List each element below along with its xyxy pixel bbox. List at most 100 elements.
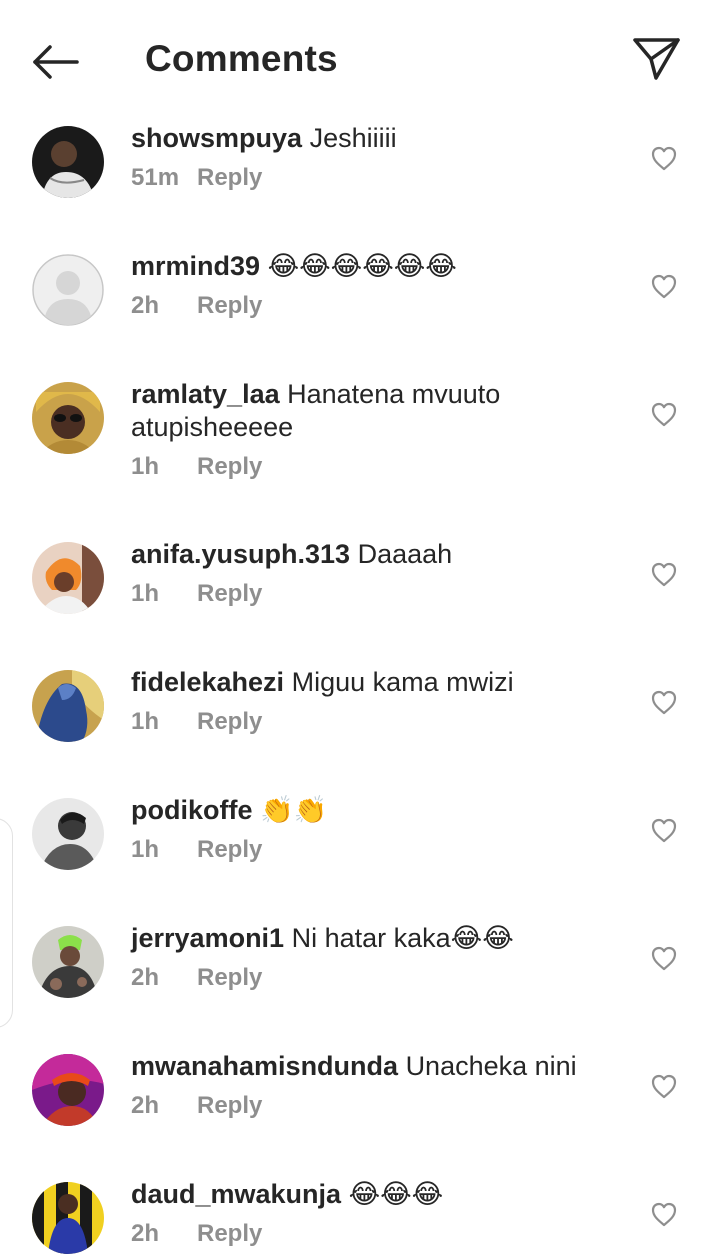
avatar[interactable] — [32, 670, 104, 742]
comment-time: 1h — [131, 708, 160, 735]
username-link[interactable]: daud_mwakunja — [131, 1179, 341, 1209]
avatar[interactable] — [32, 798, 104, 870]
username-link[interactable]: mrmind39 — [131, 251, 260, 281]
comment-meta: 2h Reply — [131, 1092, 611, 1120]
comment-text: jerryamoni1 Ni hatar kaka😂😂 — [131, 922, 611, 955]
username-link[interactable]: podikoffe — [131, 795, 253, 825]
comment-item: fidelekahezi Miguu kama mwizi 1h Reply — [0, 662, 720, 790]
back-button[interactable] — [28, 38, 84, 86]
comment-message: 👏👏 — [260, 795, 328, 825]
comment-meta: 1h Reply — [131, 836, 611, 864]
avatar[interactable] — [32, 1182, 104, 1254]
comment-message: 😂😂😂😂😂😂 — [267, 251, 457, 281]
like-button[interactable] — [648, 270, 680, 302]
reply-button[interactable]: Reply — [197, 292, 262, 319]
avatar[interactable] — [32, 542, 104, 614]
like-button[interactable] — [648, 686, 680, 718]
comment-item: showsmpuya Jeshiiiii 51m Reply — [0, 118, 720, 246]
paper-plane-icon — [633, 38, 680, 80]
avatar[interactable] — [32, 1054, 104, 1126]
heart-icon — [651, 146, 677, 171]
comment-time: 1h — [131, 453, 160, 480]
avatar[interactable] — [32, 254, 104, 326]
reply-button[interactable]: Reply — [197, 836, 262, 863]
username-link[interactable]: anifa.yusuph.313 — [131, 539, 350, 569]
side-edge-panel[interactable] — [0, 818, 13, 1028]
comment-message: Daaaah — [357, 539, 453, 569]
comment-message: Miguu kama mwizi — [291, 667, 514, 697]
comment-text: podikoffe 👏👏 — [131, 794, 611, 827]
username-link[interactable]: mwanahamisndunda — [131, 1051, 398, 1081]
comment-text: mrmind39 😂😂😂😂😂😂 — [131, 250, 611, 283]
heart-icon — [651, 1202, 677, 1227]
comment-text: daud_mwakunja 😂😂😂 — [131, 1178, 611, 1211]
like-button[interactable] — [648, 1070, 680, 1102]
avatar[interactable] — [32, 382, 104, 454]
reply-button[interactable]: Reply — [197, 964, 262, 991]
comment-item: ramlaty_laa Hanatena mvuuto atupisheeeee… — [0, 374, 720, 534]
comment-time: 1h — [131, 836, 160, 863]
like-button[interactable] — [648, 398, 680, 430]
comment-body: mrmind39 😂😂😂😂😂😂 2h Reply — [131, 250, 611, 320]
heart-icon — [651, 690, 677, 715]
arrow-left-icon — [33, 45, 79, 79]
comment-item: mwanahamisndunda Unacheka nini 2h Reply — [0, 1046, 720, 1174]
comment-item: mrmind39 😂😂😂😂😂😂 2h Reply — [0, 246, 720, 374]
reply-button[interactable]: Reply — [197, 453, 262, 480]
comment-message: 😂😂😂 — [348, 1179, 444, 1209]
reply-button[interactable]: Reply — [197, 580, 262, 607]
comment-meta: 2h Reply — [131, 964, 611, 992]
comment-item: podikoffe 👏👏 1h Reply — [0, 790, 720, 918]
username-link[interactable]: showsmpuya — [131, 123, 302, 153]
comment-body: mwanahamisndunda Unacheka nini 2h Reply — [131, 1050, 611, 1120]
like-button[interactable] — [648, 558, 680, 590]
comment-item: jerryamoni1 Ni hatar kaka😂😂 2h Reply — [0, 918, 720, 1046]
default-avatar-icon — [32, 254, 104, 326]
heart-icon — [651, 946, 677, 971]
comment-text: fidelekahezi Miguu kama mwizi — [131, 666, 611, 699]
heart-icon — [651, 274, 677, 299]
comment-meta: 1h Reply — [131, 708, 611, 736]
reply-button[interactable]: Reply — [197, 164, 262, 191]
like-button[interactable] — [648, 142, 680, 174]
user-photo-icon — [32, 670, 104, 742]
comment-text: anifa.yusuph.313 Daaaah — [131, 538, 611, 571]
comment-time: 2h — [131, 1092, 160, 1119]
comment-body: jerryamoni1 Ni hatar kaka😂😂 2h Reply — [131, 922, 611, 992]
user-photo-icon — [32, 382, 104, 454]
username-link[interactable]: jerryamoni1 — [131, 923, 284, 953]
comment-text: mwanahamisndunda Unacheka nini — [131, 1050, 611, 1083]
comment-list[interactable]: showsmpuya Jeshiiiii 51m Reply mrmind39 😂… — [0, 118, 720, 1254]
comment-meta: 51m Reply — [131, 164, 611, 192]
avatar[interactable] — [32, 126, 104, 198]
comment-meta: 2h Reply — [131, 292, 611, 320]
header-bar: Comments — [0, 0, 720, 118]
comment-text: showsmpuya Jeshiiiii — [131, 122, 611, 155]
comment-meta: 1h Reply — [131, 580, 611, 608]
username-link[interactable]: ramlaty_laa — [131, 379, 280, 409]
share-button[interactable] — [628, 32, 684, 84]
avatar[interactable] — [32, 926, 104, 998]
comment-body: anifa.yusuph.313 Daaaah 1h Reply — [131, 538, 611, 608]
comment-meta: 2h Reply — [131, 1220, 611, 1248]
user-photo-icon — [32, 542, 104, 614]
heart-icon — [651, 1074, 677, 1099]
like-button[interactable] — [648, 1198, 680, 1230]
comment-body: podikoffe 👏👏 1h Reply — [131, 794, 611, 864]
like-button[interactable] — [648, 814, 680, 846]
comment-body: fidelekahezi Miguu kama mwizi 1h Reply — [131, 666, 611, 736]
comment-time: 2h — [131, 292, 160, 319]
like-button[interactable] — [648, 942, 680, 974]
comment-time: 51m — [131, 164, 180, 191]
reply-button[interactable]: Reply — [197, 1220, 262, 1247]
comment-time: 1h — [131, 580, 160, 607]
comment-time: 2h — [131, 964, 160, 991]
user-photo-icon — [32, 926, 104, 998]
comment-message: Unacheka nini — [405, 1051, 577, 1081]
reply-button[interactable]: Reply — [197, 708, 262, 735]
reply-button[interactable]: Reply — [197, 1092, 262, 1119]
comment-item: anifa.yusuph.313 Daaaah 1h Reply — [0, 534, 720, 662]
comment-meta: 1h Reply — [131, 453, 611, 481]
username-link[interactable]: fidelekahezi — [131, 667, 284, 697]
comment-message: Jeshiiiii — [309, 123, 397, 153]
